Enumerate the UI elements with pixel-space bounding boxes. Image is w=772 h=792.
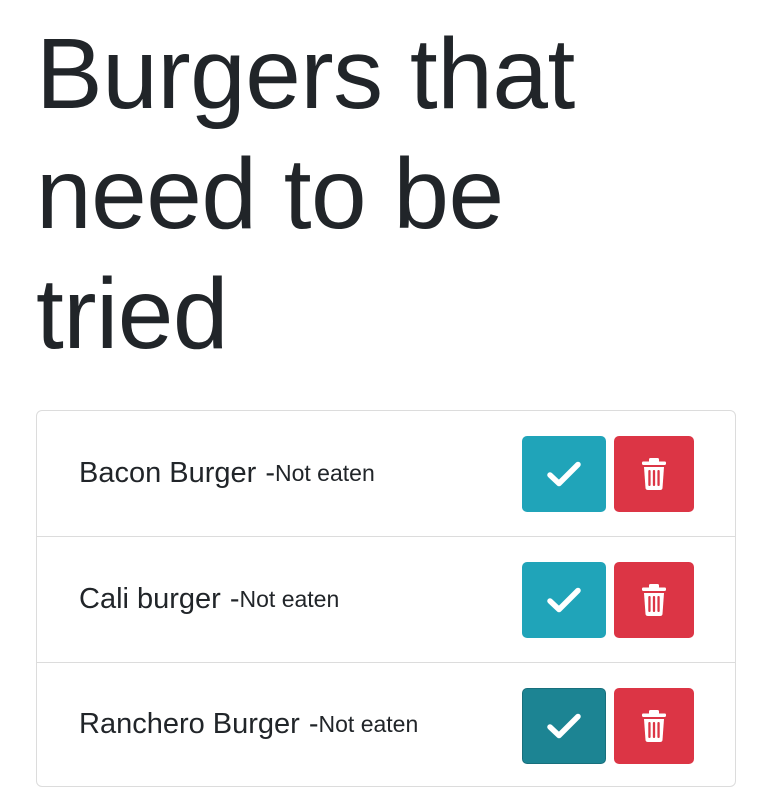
separator: - <box>308 708 319 740</box>
check-icon <box>547 713 581 739</box>
mark-eaten-button[interactable] <box>522 562 606 638</box>
burger-status: Not eaten <box>318 711 419 737</box>
page-title: Burgers that need to be tried <box>36 18 575 370</box>
item-text: Cali burger - Not eaten <box>79 537 339 662</box>
burger-status: Not eaten <box>275 460 375 486</box>
burger-list: Bacon Burger - Not eaten Cali burger - N… <box>36 410 736 787</box>
list-item: Cali burger - Not eaten <box>37 537 735 663</box>
burger-name: Cali burger <box>79 583 221 615</box>
list-item: Ranchero Burger - Not eaten <box>37 663 735 786</box>
burger-name: Bacon Burger <box>79 457 257 489</box>
list-item: Bacon Burger - Not eaten <box>37 411 735 537</box>
trash-icon <box>641 710 667 742</box>
check-icon <box>547 461 581 487</box>
check-icon <box>547 587 581 613</box>
delete-button[interactable] <box>614 688 694 764</box>
separator: - <box>229 583 240 615</box>
delete-button[interactable] <box>614 562 694 638</box>
burger-status: Not eaten <box>239 586 340 612</box>
item-text: Bacon Burger - Not eaten <box>79 411 375 536</box>
item-text: Ranchero Burger - Not eaten <box>79 663 418 786</box>
trash-icon <box>641 458 667 490</box>
burger-name: Ranchero Burger <box>79 708 300 740</box>
separator: - <box>265 457 275 489</box>
mark-eaten-button[interactable] <box>522 436 606 512</box>
trash-icon <box>641 584 667 616</box>
delete-button[interactable] <box>614 436 694 512</box>
mark-eaten-button[interactable] <box>522 688 606 764</box>
